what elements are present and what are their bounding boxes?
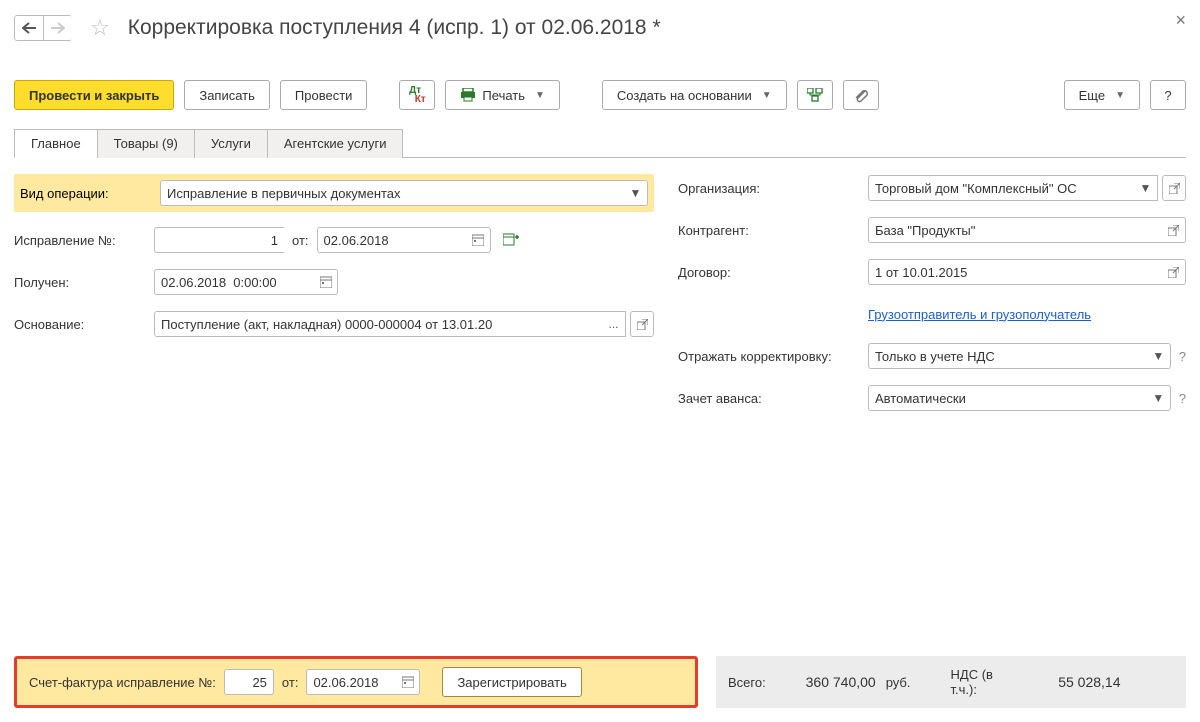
chevron-down-icon: ▼ — [535, 90, 545, 101]
chevron-down-icon: ▼ — [1115, 90, 1125, 101]
dropdown-icon[interactable]: ▼ — [624, 180, 648, 206]
close-icon[interactable]: × — [1175, 10, 1186, 31]
open-ref-icon[interactable] — [630, 311, 654, 337]
help-button[interactable]: ? — [1150, 80, 1186, 110]
tab-services[interactable]: Услуги — [194, 129, 268, 158]
calendar-icon[interactable] — [467, 227, 491, 253]
currency-label: руб. — [886, 675, 911, 690]
ellipsis-icon[interactable]: ... — [602, 311, 626, 337]
contragent-input[interactable] — [868, 217, 1162, 243]
received-label: Получен: — [14, 275, 154, 290]
reflect-correction-select[interactable] — [868, 343, 1147, 369]
dt-kt-button[interactable]: Дт Кт — [399, 80, 435, 110]
total-label: Всего: — [728, 675, 766, 690]
invoice-correction-date-input[interactable] — [306, 669, 396, 695]
nav-forward-button[interactable] — [43, 15, 72, 41]
vat-value: 55 028,14 — [1021, 674, 1121, 690]
chevron-down-icon: ▼ — [762, 90, 772, 101]
calendar-add-icon[interactable] — [503, 233, 519, 247]
tab-agent-services[interactable]: Агентские услуги — [267, 129, 404, 158]
from-label: от: — [282, 675, 299, 690]
more-button[interactable]: Еще ▼ — [1064, 80, 1140, 110]
contract-label: Договор: — [678, 265, 868, 280]
correction-no-label: Исправление №: — [14, 233, 154, 248]
shipper-consignee-link[interactable]: Грузоотправитель и грузополучатель — [868, 307, 1091, 322]
operation-type-label: Вид операции: — [20, 186, 160, 201]
calendar-icon[interactable] — [396, 669, 420, 695]
create-based-on-button[interactable]: Создать на основании ▼ — [602, 80, 787, 110]
help-icon[interactable]: ? — [1179, 349, 1186, 364]
advance-offset-label: Зачет аванса: — [678, 391, 868, 406]
organization-input[interactable] — [868, 175, 1134, 201]
save-button[interactable]: Записать — [184, 80, 270, 110]
favorite-star-icon[interactable]: ☆ — [90, 15, 110, 41]
from-label: от: — [292, 233, 309, 248]
basis-document-input[interactable] — [154, 311, 602, 337]
contract-input[interactable] — [868, 259, 1162, 285]
basis-label: Основание: — [14, 317, 154, 332]
post-and-close-button[interactable]: Провести и закрыть — [14, 80, 174, 110]
received-datetime-input[interactable] — [154, 269, 314, 295]
print-button[interactable]: Печать ▼ — [445, 80, 560, 110]
open-ref-icon[interactable] — [1162, 259, 1186, 285]
calendar-icon[interactable] — [314, 269, 338, 295]
reflect-correction-label: Отражать корректировку: — [678, 349, 868, 364]
operation-type-select[interactable] — [160, 180, 624, 206]
correction-date-input[interactable] — [317, 227, 467, 253]
correction-no-input[interactable] — [154, 227, 284, 253]
invoice-correction-no-input[interactable] — [224, 669, 274, 695]
help-icon[interactable]: ? — [1179, 391, 1186, 406]
tab-goods[interactable]: Товары (9) — [97, 129, 195, 158]
advance-offset-select[interactable] — [868, 385, 1147, 411]
invoice-correction-panel: Счет-фактура исправление №: от: Зарегист… — [14, 656, 698, 708]
totals-panel: Всего: 360 740,00 руб. НДС (в т.ч.): 55 … — [716, 656, 1186, 708]
dropdown-icon[interactable]: ▼ — [1147, 385, 1171, 411]
organization-label: Организация: — [678, 181, 868, 196]
tab-main[interactable]: Главное — [14, 129, 98, 158]
total-value: 360 740,00 — [776, 674, 876, 690]
dropdown-icon[interactable]: ▼ — [1134, 175, 1158, 201]
invoice-correction-label: Счет-фактура исправление №: — [29, 675, 216, 690]
vat-label: НДС (в т.ч.): — [951, 667, 1011, 697]
nav-back-button[interactable] — [14, 15, 44, 41]
attachment-button[interactable] — [843, 80, 879, 110]
printer-icon — [460, 88, 476, 102]
contragent-label: Контрагент: — [678, 223, 868, 238]
structure-button[interactable] — [797, 80, 833, 110]
post-button[interactable]: Провести — [280, 80, 368, 110]
register-button[interactable]: Зарегистрировать — [442, 667, 581, 697]
open-ref-icon[interactable] — [1162, 175, 1186, 201]
open-ref-icon[interactable] — [1162, 217, 1186, 243]
window-title: Корректировка поступления 4 (испр. 1) от… — [128, 16, 661, 40]
dropdown-icon[interactable]: ▼ — [1147, 343, 1171, 369]
